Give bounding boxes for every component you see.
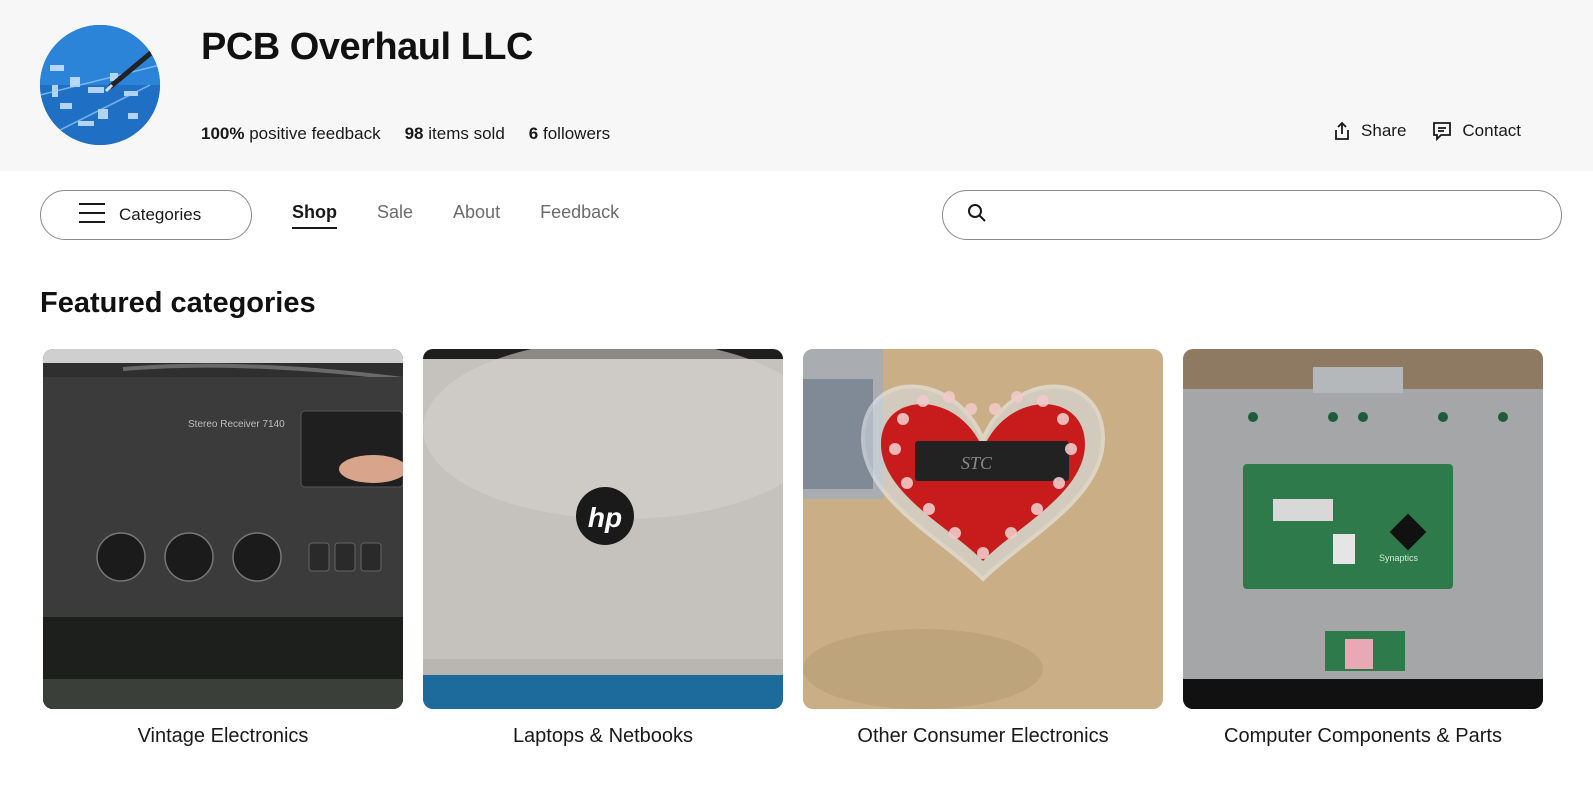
share-icon [1333,121,1351,141]
feedback-stat: 100% positive feedback [201,124,381,144]
category-card-computer-components-parts[interactable]: Synaptics Computer Components & Parts [1183,349,1543,748]
contact-icon [1432,121,1452,141]
tab-shop[interactable]: Shop [292,202,337,229]
category-card-other-consumer-electronics[interactable]: STC Other Consumer Electronics [803,349,1163,748]
category-label: Vintage Electronics [137,725,309,747]
category-card-vintage-electronics[interactable]: Stereo Receiver 7140 Vintage Electronics [43,349,403,748]
featured-categories-title: Featured categories [40,287,316,319]
header-actions: Share Contact [1333,121,1521,141]
category-label: Laptops & Netbooks [512,725,694,747]
led-heart-kit-photo: STC [803,349,1163,709]
receiver-model-text: Stereo Receiver 7140 [188,419,285,430]
search-icon[interactable] [967,203,987,228]
sold-stat: 98 items sold [405,124,505,144]
followers-value: 6 [528,124,539,143]
category-label: Computer Components & Parts [1224,725,1502,747]
followers-label: followers [542,124,611,143]
chip-logo-text: STC [961,453,993,473]
stereo-receiver-photo: Stereo Receiver 7140 [43,349,403,709]
category-card-laptops-netbooks[interactable]: hp Laptops & Netbooks [423,349,783,748]
feedback-label: positive feedback [249,124,381,143]
store-avatar [40,25,160,145]
laptop-logo-text: hp [588,502,622,533]
hamburger-menu-icon [79,202,105,229]
touchpad-brand-text: Synaptics [1379,553,1419,563]
tab-sale[interactable]: Sale [377,202,413,229]
featured-categories-list: Stereo Receiver 7140 Vintage Electronics [43,349,1543,748]
share-button[interactable]: Share [1333,121,1406,141]
hp-laptop-lid-photo: hp [423,349,783,709]
followers-stat: 6 followers [529,124,610,144]
categories-button[interactable]: Categories [40,190,252,240]
tab-about[interactable]: About [453,202,500,229]
store-header: PCB Overhaul LLC 100% positive feedback … [0,0,1593,171]
store-tabs: Shop Sale About Feedback [292,202,619,229]
contact-button[interactable]: Contact [1432,121,1521,141]
contact-label: Contact [1462,121,1521,140]
sold-value: 98 [404,124,424,143]
search-input[interactable] [999,195,1561,235]
share-label: Share [1361,121,1407,140]
sold-label: items sold [428,124,505,143]
store-name: PCB Overhaul LLC [201,26,533,68]
store-stats: 100% positive feedback 98 items sold 6 f… [201,124,634,144]
touchpad-board-photo: Synaptics [1183,349,1543,709]
categories-label: Categories [119,205,202,224]
store-search [942,190,1562,240]
category-label: Other Consumer Electronics [857,725,1109,747]
tab-feedback[interactable]: Feedback [540,202,619,229]
feedback-value: 100% [201,124,245,143]
